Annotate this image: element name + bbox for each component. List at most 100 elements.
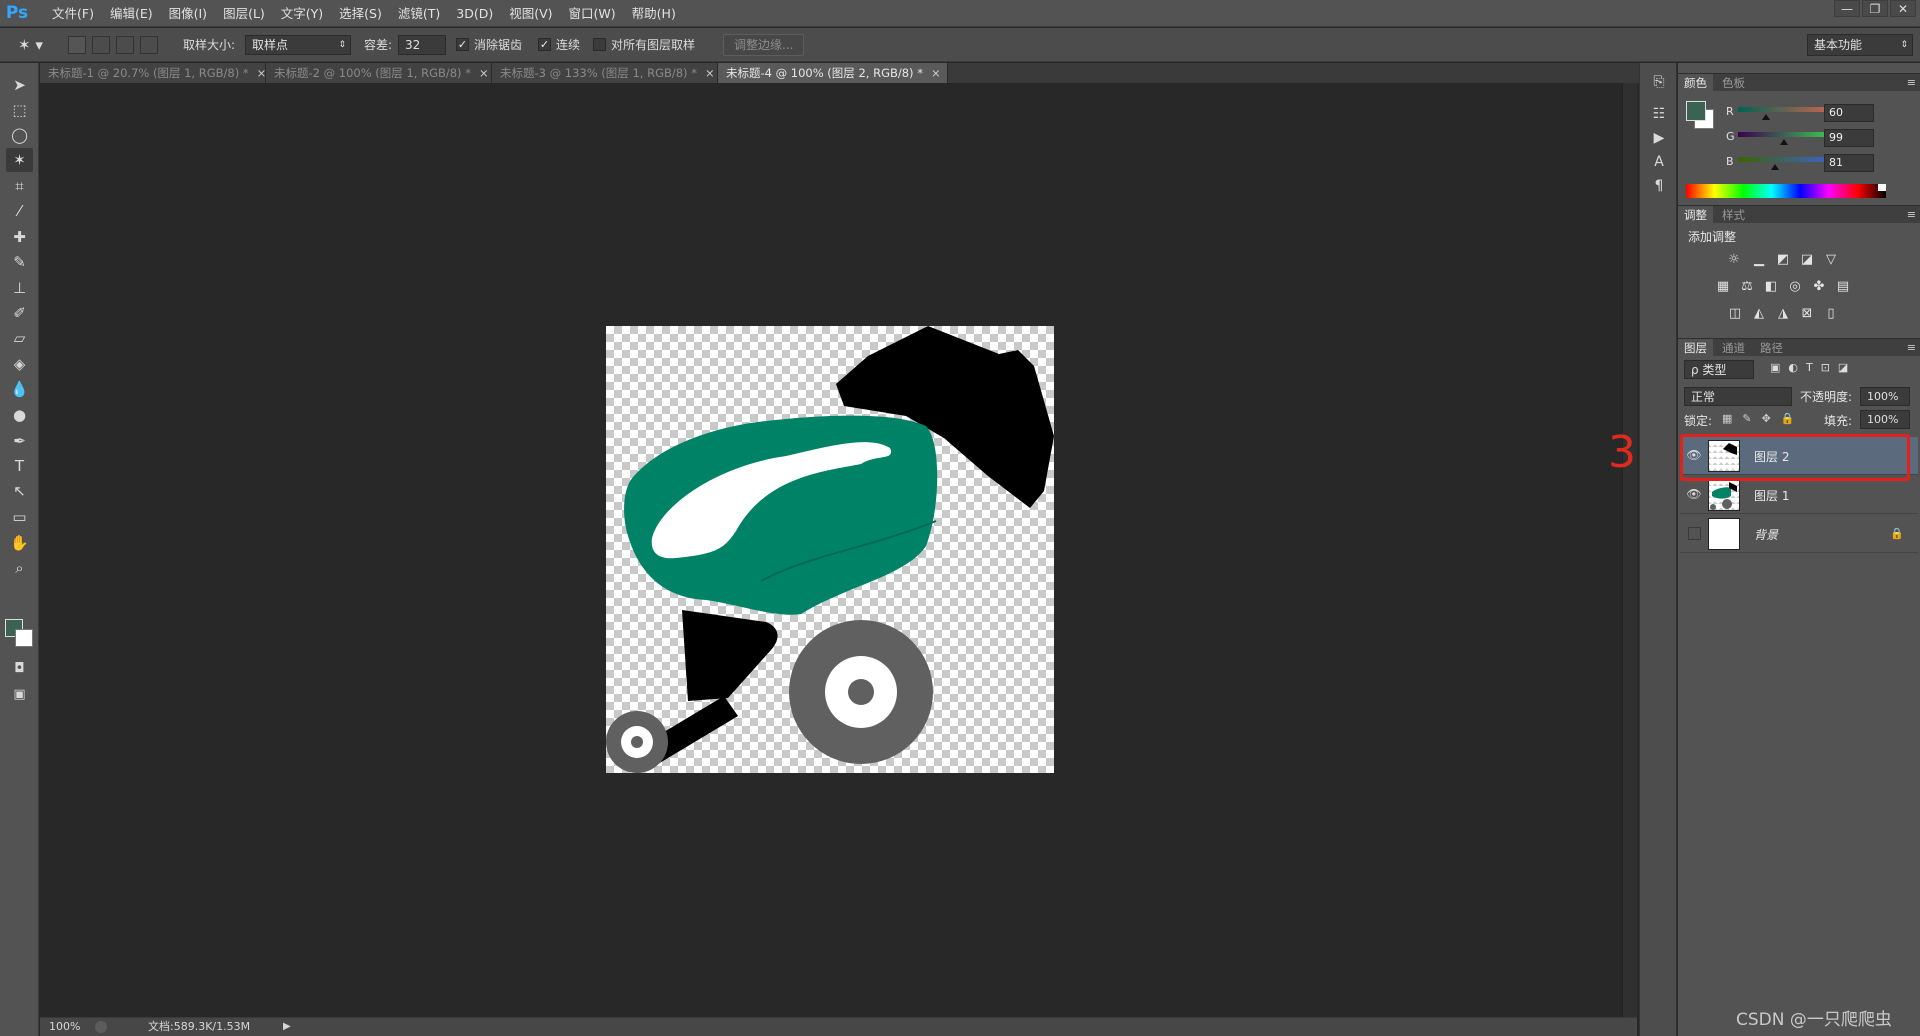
menu-edit[interactable]: 编辑(E) bbox=[102, 0, 161, 27]
tab-adjustments[interactable]: 调整 bbox=[1678, 206, 1713, 224]
layer-filter-select[interactable]: ρ 类型 bbox=[1684, 360, 1754, 379]
blue-value[interactable]: 81 bbox=[1824, 154, 1874, 172]
vibrance-icon[interactable]: ▽ bbox=[1822, 252, 1840, 268]
clone-stamp-icon[interactable]: ⊥ bbox=[6, 276, 33, 300]
tab-channels[interactable]: 通道 bbox=[1716, 339, 1751, 357]
restore-button[interactable]: ❐ bbox=[1862, 0, 1888, 17]
subtract-selection-icon[interactable] bbox=[116, 36, 134, 54]
levels-icon[interactable]: ▁ bbox=[1750, 252, 1768, 268]
green-slider[interactable]: G 99 bbox=[1678, 128, 1920, 148]
document-canvas[interactable] bbox=[606, 326, 1054, 773]
background-color-swatch[interactable] bbox=[15, 629, 33, 647]
zoom-tool-icon[interactable]: ⌕ bbox=[6, 556, 33, 580]
layer-row-layer-1[interactable]: 👁 图层 1 bbox=[1680, 476, 1918, 514]
quick-mask-icon[interactable]: ◘ bbox=[6, 657, 33, 681]
hand-tool-icon[interactable]: ✋ bbox=[6, 531, 33, 555]
tab-document-4[interactable]: 未标题-4 @ 100% (图层 2, RGB/8) * × bbox=[718, 63, 948, 83]
opacity-input[interactable]: 100% bbox=[1860, 387, 1910, 406]
sample-size-select[interactable]: 取样点 ⇕ bbox=[245, 35, 351, 55]
close-icon[interactable]: × bbox=[257, 66, 267, 80]
tab-styles[interactable]: 样式 bbox=[1716, 206, 1751, 224]
panel-menu-icon[interactable]: ≡ bbox=[1907, 206, 1916, 224]
shape-tool-icon[interactable]: ▭ bbox=[6, 505, 33, 529]
gradient-map-icon[interactable]: ▯ bbox=[1822, 306, 1840, 322]
close-icon[interactable]: × bbox=[931, 66, 941, 80]
eye-icon[interactable]: 👁 bbox=[1686, 486, 1702, 502]
green-thumb[interactable] bbox=[1779, 139, 1788, 145]
tab-paths[interactable]: 路径 bbox=[1754, 339, 1789, 357]
eraser-tool-icon[interactable]: ▱ bbox=[6, 326, 33, 350]
visibility-toggle[interactable] bbox=[1688, 527, 1701, 540]
eyedropper-tool-icon[interactable]: ⁄ bbox=[6, 199, 33, 223]
blend-mode-select[interactable]: 正常 bbox=[1684, 387, 1792, 406]
refine-edge-button[interactable]: 调整边缘... bbox=[723, 34, 805, 56]
paint-bucket-icon[interactable]: ◈ bbox=[6, 352, 33, 376]
add-to-selection-icon[interactable] bbox=[92, 36, 110, 54]
color-balance-icon[interactable]: ⚖ bbox=[1738, 279, 1756, 295]
black-white-icon[interactable]: ◧ bbox=[1762, 279, 1780, 295]
tab-color[interactable]: 颜色 bbox=[1678, 74, 1713, 92]
lock-icons[interactable]: ▦✎✥🔒 bbox=[1722, 412, 1805, 425]
contiguous-checkbox[interactable]: ✓ bbox=[538, 38, 551, 51]
menu-filter[interactable]: 滤镜(T) bbox=[390, 0, 448, 27]
tab-swatches[interactable]: 色板 bbox=[1716, 74, 1751, 92]
properties-icon[interactable]: ☷ bbox=[1649, 103, 1669, 125]
color-lookup-icon[interactable]: ▤ bbox=[1834, 279, 1852, 295]
red-thumb[interactable] bbox=[1761, 114, 1770, 120]
vertical-scrollbar[interactable] bbox=[1622, 83, 1637, 1017]
menu-view[interactable]: 视图(V) bbox=[501, 0, 560, 27]
layer-row-background[interactable]: 背景 🔒 bbox=[1680, 515, 1918, 553]
close-icon[interactable]: × bbox=[479, 66, 489, 80]
layer-name[interactable]: 图层 1 bbox=[1754, 487, 1789, 504]
menu-help[interactable]: 帮助(H) bbox=[624, 0, 684, 27]
blue-thumb[interactable] bbox=[1771, 164, 1780, 170]
type-tool-icon[interactable]: T bbox=[6, 454, 33, 478]
menu-type[interactable]: 文字(Y) bbox=[273, 0, 331, 27]
brightness-icon[interactable]: ☼ bbox=[1725, 252, 1743, 268]
magic-wand-tool-icon[interactable]: ✶ bbox=[6, 148, 33, 172]
green-value[interactable]: 99 bbox=[1824, 129, 1874, 147]
move-tool-icon[interactable]: ➤ bbox=[6, 73, 33, 97]
marquee-tool-icon[interactable]: ⬚ bbox=[6, 98, 33, 122]
curves-icon[interactable]: ◩ bbox=[1774, 252, 1792, 268]
layer-name[interactable]: 背景 bbox=[1754, 526, 1778, 543]
close-window-button[interactable]: ✕ bbox=[1890, 0, 1916, 17]
tab-document-2[interactable]: 未标题-2 @ 100% (图层 1, RGB/8) * × bbox=[266, 63, 492, 83]
paragraph-icon[interactable]: ¶ bbox=[1649, 175, 1669, 197]
photo-filter-icon[interactable]: ◎ bbox=[1786, 279, 1804, 295]
all-layers-checkbox[interactable] bbox=[593, 38, 606, 51]
posterize-icon[interactable]: ◭ bbox=[1750, 306, 1768, 322]
red-value[interactable]: 60 bbox=[1824, 104, 1874, 122]
menu-3d[interactable]: 3D(D) bbox=[448, 0, 501, 27]
tolerance-input[interactable]: 32 bbox=[398, 35, 446, 55]
history-brush-icon[interactable]: ✐ bbox=[6, 301, 33, 325]
spectrum-white[interactable] bbox=[1878, 184, 1886, 191]
fill-input[interactable]: 100% bbox=[1860, 410, 1910, 429]
close-icon[interactable]: × bbox=[705, 66, 715, 80]
channel-mixer-icon[interactable]: ✤ bbox=[1810, 279, 1828, 295]
tab-document-3[interactable]: 未标题-3 @ 133% (图层 1, RGB/8) * × bbox=[492, 63, 718, 83]
magic-wand-icon[interactable]: ✶ ▾ bbox=[18, 28, 43, 62]
blue-slider[interactable]: B 81 bbox=[1678, 153, 1920, 173]
character-icon[interactable]: A bbox=[1649, 151, 1669, 173]
actions-icon[interactable]: ▶ bbox=[1649, 127, 1669, 149]
zoom-level[interactable]: 100% bbox=[49, 1018, 80, 1036]
menu-select[interactable]: 选择(S) bbox=[331, 0, 390, 27]
exposure-icon[interactable]: ◪ bbox=[1798, 252, 1816, 268]
healing-brush-icon[interactable]: ✚ bbox=[6, 225, 33, 249]
panel-menu-icon[interactable]: ≡ bbox=[1907, 339, 1916, 357]
blur-tool-icon[interactable]: 💧 bbox=[6, 377, 33, 401]
pen-tool-icon[interactable]: ✒ bbox=[6, 429, 33, 453]
menu-file[interactable]: 文件(F) bbox=[44, 0, 102, 27]
red-slider[interactable]: R 60 bbox=[1678, 103, 1920, 123]
brush-tool-icon[interactable]: ✎ bbox=[6, 250, 33, 274]
hue-saturation-icon[interactable]: ▦ bbox=[1714, 279, 1732, 295]
workspace-select[interactable]: 基本功能 ⇕ bbox=[1807, 34, 1913, 56]
play-icon[interactable]: ▶ bbox=[283, 1018, 291, 1036]
invert-icon[interactable]: ◫ bbox=[1726, 306, 1744, 322]
color-spectrum[interactable] bbox=[1686, 184, 1886, 198]
antialias-checkbox[interactable]: ✓ bbox=[456, 38, 469, 51]
lasso-tool-icon[interactable]: ◯ bbox=[6, 123, 33, 147]
minimize-button[interactable]: — bbox=[1834, 0, 1860, 17]
new-selection-icon[interactable] bbox=[68, 36, 86, 54]
